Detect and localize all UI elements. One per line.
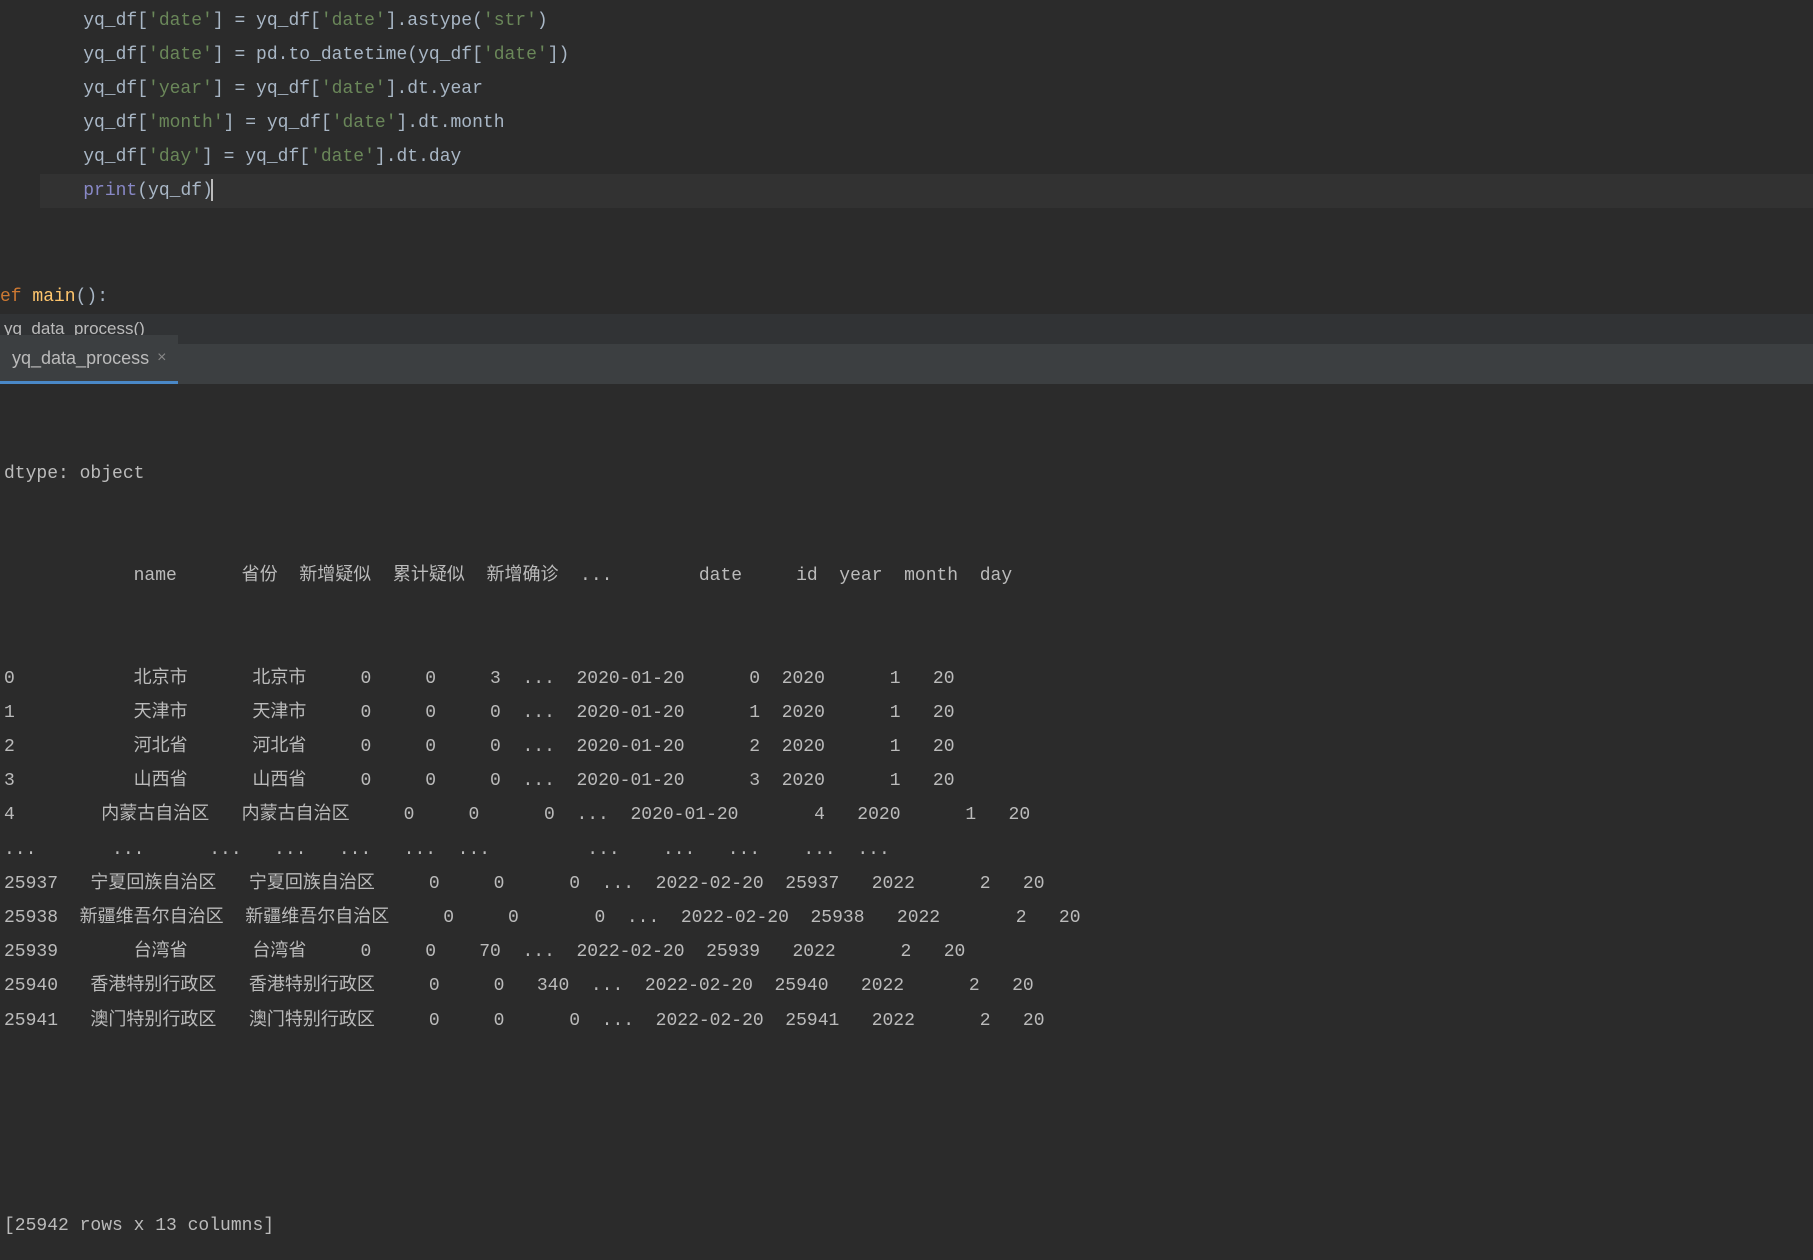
- console-blank: [0, 1106, 1813, 1140]
- code-line[interactable]: yq_df['year'] = yq_df['date'].dt.year: [40, 72, 1813, 106]
- run-tab-yq-data-process[interactable]: yq_data_process ×: [0, 335, 178, 384]
- console-data-row: 4 内蒙古自治区 内蒙古自治区 0 0 0 ... 2020-01-20 4 2…: [0, 798, 1813, 832]
- code-line[interactable]: yq_df['date'] = pd.to_datetime(yq_df['da…: [40, 38, 1813, 72]
- run-tab-label: yq_data_process: [12, 341, 149, 375]
- console-output[interactable]: dtype: object name 省份 新增疑似 累计疑似 新增确诊 ...…: [0, 384, 1813, 1260]
- console-data-row: 1 天津市 天津市 0 0 0 ... 2020-01-20 1 2020 1 …: [0, 696, 1813, 730]
- code-line[interactable]: [40, 208, 1813, 242]
- code-line[interactable]: print(yq_df): [40, 174, 1813, 208]
- close-icon[interactable]: ×: [157, 343, 166, 373]
- console-header-row: name 省份 新增疑似 累计疑似 新增确诊 ... date id year …: [0, 559, 1813, 593]
- console-data-row: 0 北京市 北京市 0 0 3 ... 2020-01-20 0 2020 1 …: [0, 662, 1813, 696]
- console-data-row: 3 山西省 山西省 0 0 0 ... 2020-01-20 3 2020 1 …: [0, 764, 1813, 798]
- console-data-row: 25937 宁夏回族自治区 宁夏回族自治区 0 0 0 ... 2022-02-…: [0, 867, 1813, 901]
- console-data-row: 25938 新疆维吾尔自治区 新疆维吾尔自治区 0 0 0 ... 2022-0…: [0, 901, 1813, 935]
- console-data-row: ... ... ... ... ... ... ... ... ... ... …: [0, 833, 1813, 867]
- console-data-row: 2 河北省 河北省 0 0 0 ... 2020-01-20 2 2020 1 …: [0, 730, 1813, 764]
- code-editor-def-line[interactable]: ef main():: [0, 276, 1813, 314]
- console-dtype-line: dtype: object: [0, 457, 1813, 491]
- code-line[interactable]: yq_df['day'] = yq_df['date'].dt.day: [40, 140, 1813, 174]
- code-line[interactable]: yq_df['date'] = yq_df['date'].astype('st…: [40, 4, 1813, 38]
- code-line[interactable]: [40, 242, 1813, 276]
- code-line[interactable]: ef main():: [0, 280, 1813, 314]
- console-data-row: 25941 澳门特别行政区 澳门特别行政区 0 0 0 ... 2022-02-…: [0, 1004, 1813, 1038]
- console-footer: [25942 rows x 13 columns]: [0, 1209, 1813, 1243]
- breadcrumb-bar: yq_data_process(): [0, 314, 1813, 344]
- code-line[interactable]: yq_df['month'] = yq_df['date'].dt.month: [40, 106, 1813, 140]
- code-editor[interactable]: yq_df['date'] = yq_df['date'].astype('st…: [0, 0, 1813, 276]
- run-tab-bar: yq_data_process ×: [0, 344, 1813, 384]
- editor-cursor: [211, 179, 213, 201]
- console-data-row: 25939 台湾省 台湾省 0 0 70 ... 2022-02-20 2593…: [0, 935, 1813, 969]
- console-data-row: 25940 香港特别行政区 香港特别行政区 0 0 340 ... 2022-0…: [0, 969, 1813, 1003]
